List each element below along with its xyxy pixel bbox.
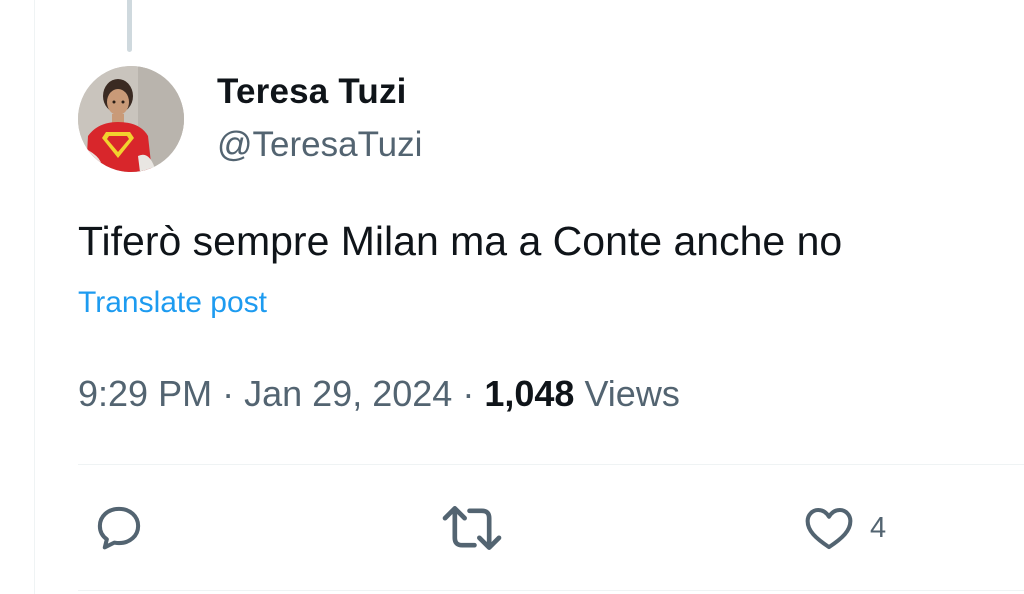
heart-icon	[805, 507, 853, 550]
like-count: 4	[870, 511, 887, 544]
meta-separator: ·	[462, 373, 475, 414]
thread-connector-line	[127, 0, 132, 52]
author-display-name[interactable]: Teresa Tuzi	[217, 72, 407, 112]
tweet-time[interactable]: 9:29 PM	[78, 373, 212, 414]
views-label: Views	[584, 373, 680, 414]
timeline-left-border	[34, 0, 35, 594]
meta-separator: ·	[222, 373, 235, 414]
like-button[interactable]: 4	[802, 500, 886, 556]
translate-post-link[interactable]: Translate post	[78, 286, 267, 320]
repost-button[interactable]	[440, 500, 518, 556]
tweet-meta-row: 9:29 PM · Jan 29, 2024 · 1,048 Views	[78, 373, 680, 415]
tweet-text: Tiferò sempre Milan ma a Conte anche no	[78, 218, 843, 264]
reply-button[interactable]	[92, 500, 146, 556]
divider	[78, 464, 1024, 465]
divider	[78, 590, 1024, 591]
avatar[interactable]	[78, 66, 184, 172]
views-count: 1,048	[484, 373, 575, 414]
author-handle[interactable]: @TeresaTuzi	[217, 125, 422, 165]
reply-icon	[97, 506, 141, 550]
tweet-date[interactable]: Jan 29, 2024	[244, 373, 452, 414]
repost-icon	[442, 506, 502, 550]
avatar-image	[78, 66, 184, 172]
